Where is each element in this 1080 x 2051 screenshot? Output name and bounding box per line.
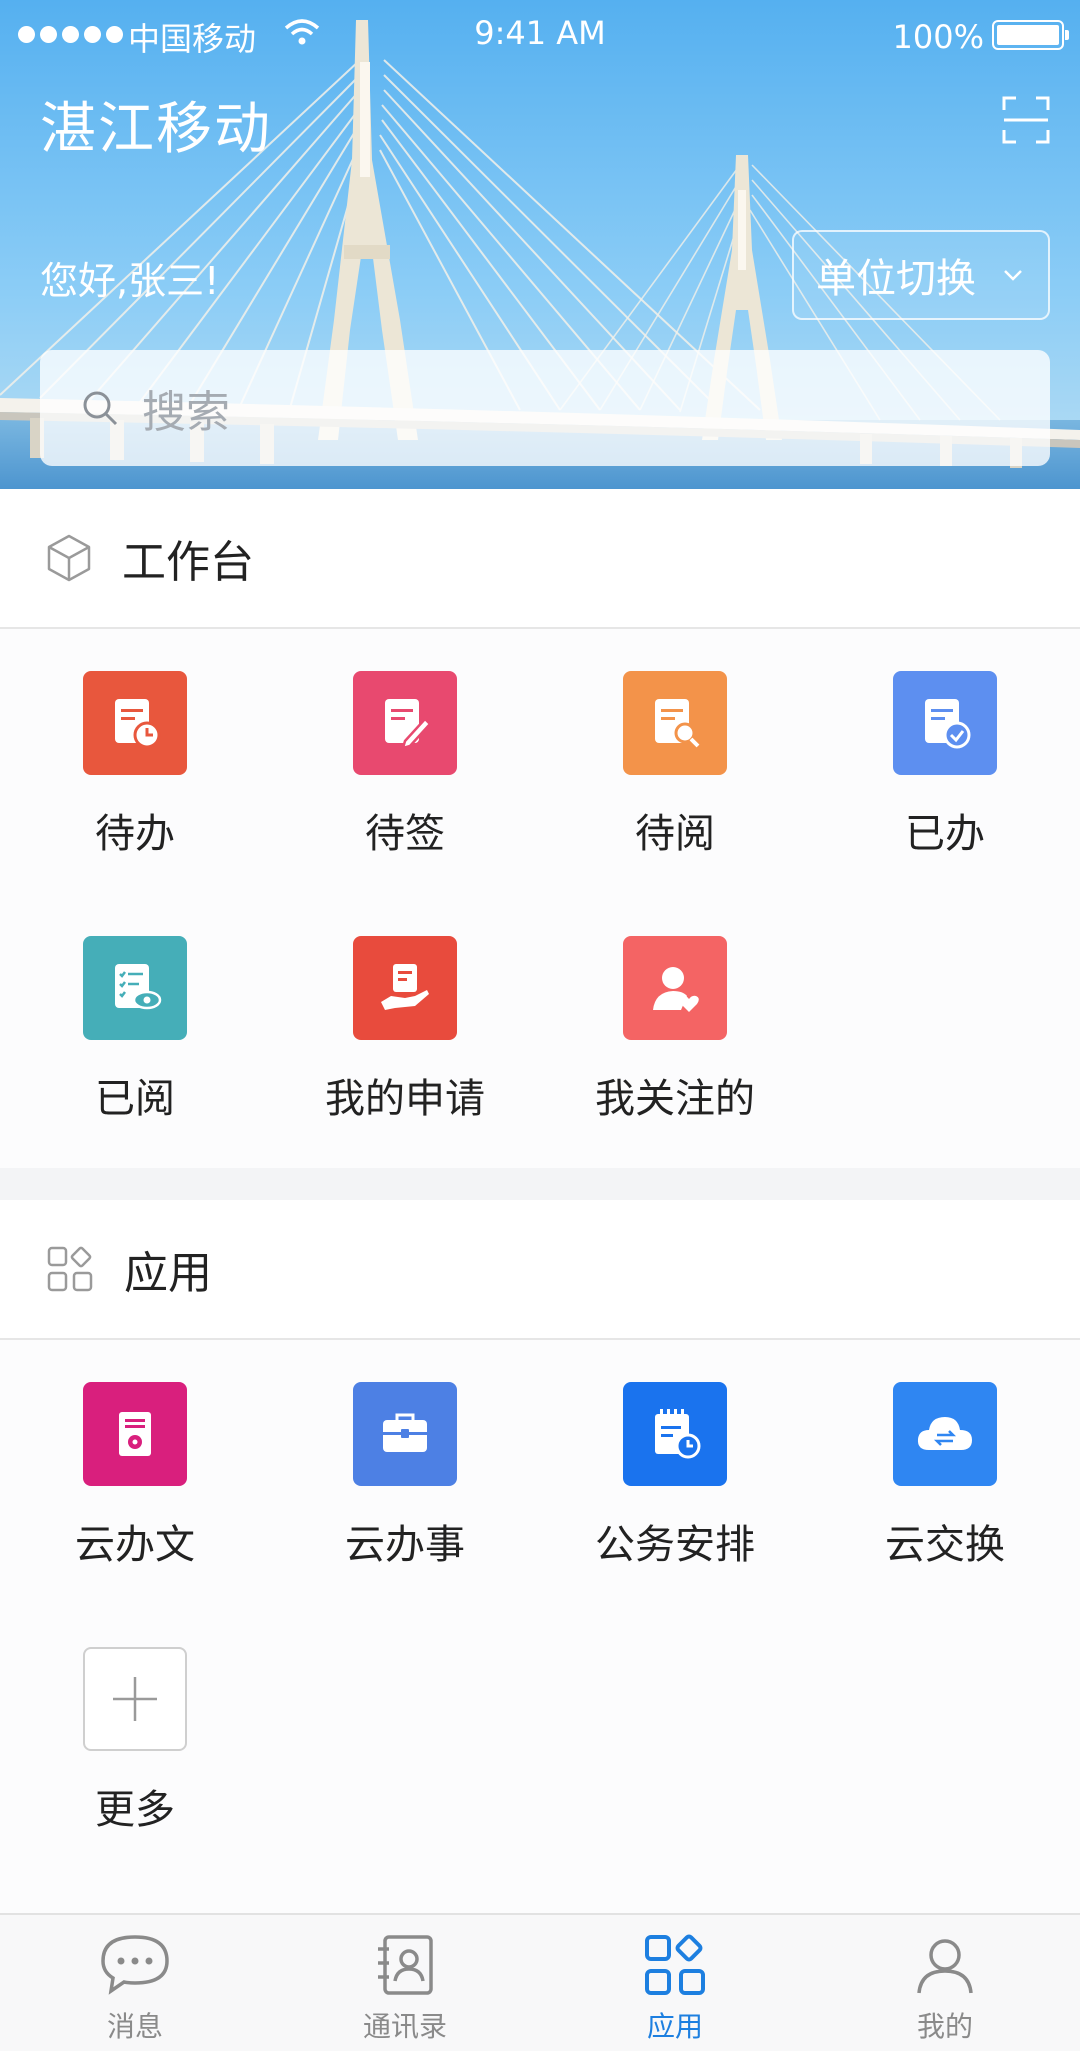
app-item-cloud-document[interactable]: 云办文 xyxy=(0,1382,270,1570)
pending-doc-icon xyxy=(83,671,187,775)
briefcase-icon xyxy=(353,1382,457,1486)
workbench-label: 待办 xyxy=(95,811,175,857)
user-heart-icon xyxy=(623,936,727,1040)
status-bar: 中国移动 9:41 AM 100% xyxy=(0,0,1080,70)
search-input[interactable]: 搜索 xyxy=(40,350,1050,466)
cloud-exchange-icon xyxy=(893,1382,997,1486)
unit-switch-label: 单位切换 xyxy=(816,256,976,302)
tab-label: 通讯录 xyxy=(362,2010,447,2043)
workbench-label: 待阅 xyxy=(635,811,715,857)
tab-label: 应用 xyxy=(646,2010,703,2043)
workbench-label: 已办 xyxy=(905,811,985,857)
cube-icon xyxy=(47,534,91,582)
unit-switch-button[interactable]: 单位切换 xyxy=(792,230,1050,320)
app-item-cloud-affairs[interactable]: 云办事 xyxy=(270,1382,540,1570)
app-label: 云办文 xyxy=(75,1522,195,1568)
message-bubble-icon xyxy=(101,1935,169,1995)
sign-doc-icon xyxy=(353,671,457,775)
workbench-item-to-sign[interactable]: 待签 xyxy=(270,671,540,859)
search-placeholder: 搜索 xyxy=(142,387,230,438)
workbench-label: 待签 xyxy=(365,811,445,857)
tab-me[interactable]: 我的 xyxy=(810,1915,1080,2051)
tab-label: 我的 xyxy=(916,2010,973,2043)
section-divider xyxy=(0,1168,1080,1200)
workbench-header: 工作台 xyxy=(0,489,1080,629)
scan-icon[interactable] xyxy=(1002,96,1050,144)
workbench-item-to-read[interactable]: 待阅 xyxy=(540,671,810,859)
plus-icon xyxy=(83,1647,187,1751)
document-seal-icon xyxy=(83,1382,187,1486)
workbench-item-following[interactable]: 我关注的 xyxy=(540,936,810,1124)
workbench-item-pending[interactable]: 待办 xyxy=(0,671,270,859)
greeting-text: 您好,张三! xyxy=(40,259,220,303)
tab-label: 消息 xyxy=(106,2010,163,2043)
app-label: 更多 xyxy=(95,1787,175,1833)
workbench-item-my-requests[interactable]: 我的申请 xyxy=(270,936,540,1124)
read-search-icon xyxy=(623,671,727,775)
app-label: 云交换 xyxy=(885,1522,1005,1568)
workbench-grid: 待办 待签 待阅 已办 已阅 我的申请 我关注的 xyxy=(0,631,1080,1168)
checklist-eye-icon xyxy=(83,936,187,1040)
workbench-label: 已阅 xyxy=(95,1076,175,1122)
workbench-item-done[interactable]: 已办 xyxy=(810,671,1080,859)
bottom-tab-bar: 消息 通讯录 应用 我的 xyxy=(0,1913,1080,2051)
header-banner: 中国移动 9:41 AM 100% 湛江移动 您好,张三! 单位切换 搜索 xyxy=(0,0,1080,489)
apps-title: 应用 xyxy=(124,1248,212,1299)
person-icon xyxy=(917,1939,973,1994)
workbench-label: 我的申请 xyxy=(325,1076,485,1122)
tab-apps[interactable]: 应用 xyxy=(540,1915,810,2051)
apps-grid: 云办文 云办事 公务安排 云交换 更多 xyxy=(0,1342,1080,1913)
hand-doc-icon xyxy=(353,936,457,1040)
chevron-down-icon xyxy=(1004,270,1022,281)
app-title: 湛江移动 xyxy=(40,97,272,162)
contacts-icon xyxy=(378,1935,433,1995)
done-check-icon xyxy=(893,671,997,775)
workbench-label: 我关注的 xyxy=(595,1076,755,1122)
workbench-title: 工作台 xyxy=(122,537,254,588)
apps-header: 应用 xyxy=(0,1200,1080,1340)
app-item-cloud-exchange[interactable]: 云交换 xyxy=(810,1382,1080,1570)
app-label: 公务安排 xyxy=(595,1522,755,1568)
search-icon xyxy=(83,391,118,426)
tab-contacts[interactable]: 通讯录 xyxy=(270,1915,540,2051)
app-item-more[interactable]: 更多 xyxy=(0,1647,270,1835)
app-item-official-schedule[interactable]: 公务安排 xyxy=(540,1382,810,1570)
battery-percent: 100% xyxy=(892,18,984,56)
battery-icon xyxy=(992,20,1069,50)
apps-grid-icon xyxy=(645,1934,705,1995)
tab-messages[interactable]: 消息 xyxy=(0,1915,270,2051)
app-label: 云办事 xyxy=(345,1522,465,1568)
apps-grid-icon xyxy=(47,1246,93,1292)
schedule-clock-icon xyxy=(623,1382,727,1486)
workbench-item-read[interactable]: 已阅 xyxy=(0,936,270,1124)
